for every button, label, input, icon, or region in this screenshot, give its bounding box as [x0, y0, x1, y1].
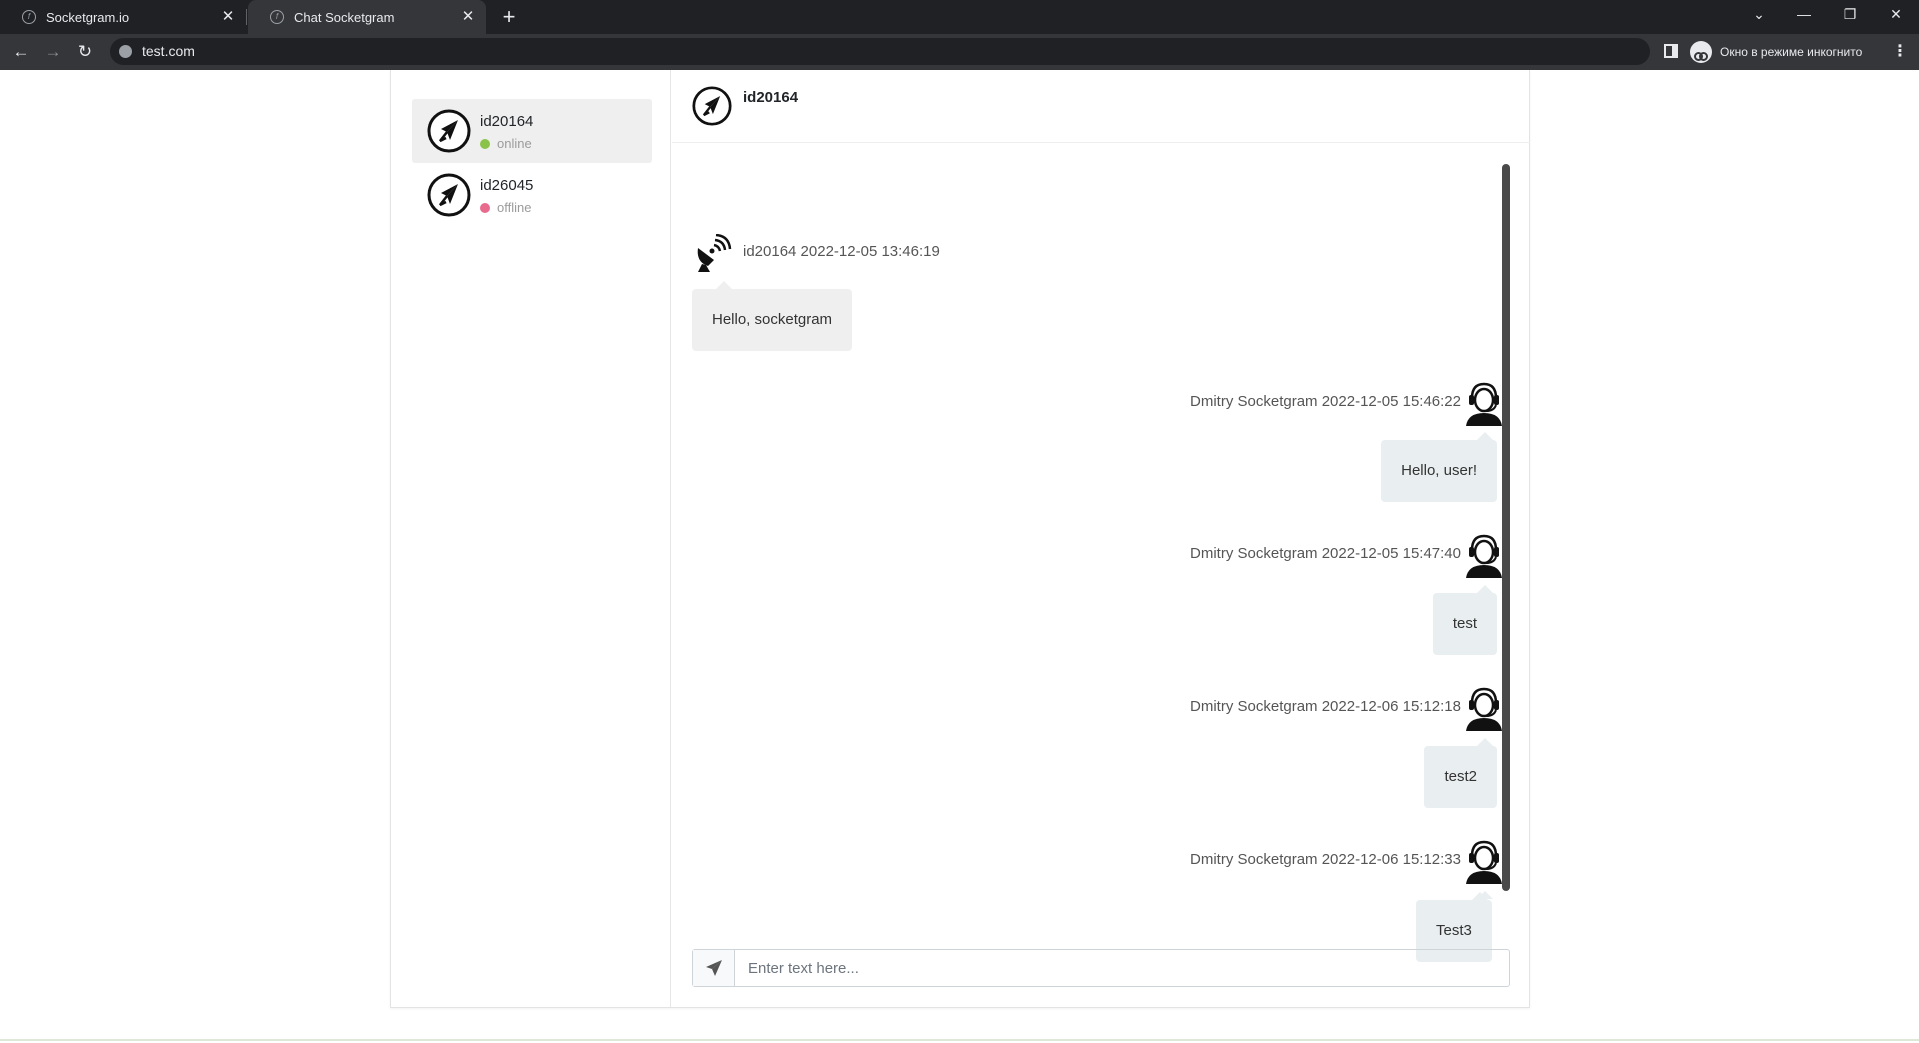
message-meta: Dmitry Socketgram 2022-12-05 15:47:40 — [1190, 545, 1461, 562]
message-composer — [692, 949, 1510, 987]
chat-app-card: id20164 online id26045 offline id20164 i… — [390, 70, 1530, 1008]
chat-header-name: id20164 — [743, 89, 799, 106]
message-meta: Dmitry Socketgram 2022-12-06 15:12:33 — [1190, 851, 1461, 868]
contact-name: id20164 — [480, 113, 534, 130]
message-meta: Dmitry Socketgram 2022-12-06 15:12:18 — [1190, 698, 1461, 715]
message-bubble-incoming: Hello, socketgram — [692, 281, 853, 351]
online-status-dot-icon — [480, 138, 490, 149]
message-bubble-outgoing: test — [1432, 585, 1497, 655]
contacts-sidebar: id20164 online id26045 offline — [391, 70, 671, 1007]
paper-plane-avatar-icon — [692, 86, 732, 126]
forward-arrow-icon[interactable]: → — [41, 40, 65, 64]
tab-title: Chat Socketgram — [294, 9, 395, 25]
message-meta: id20164 2022-12-05 13:46:19 — [743, 243, 940, 260]
page-bottom-divider — [0, 1039, 1919, 1041]
support-agent-icon — [1466, 840, 1502, 884]
socketgram-favicon-icon: f — [22, 10, 36, 24]
chat-header: id20164 — [672, 70, 1530, 143]
contact-item-id26045[interactable]: id26045 offline — [412, 163, 652, 227]
message-bubble-outgoing: test2 — [1424, 738, 1497, 808]
message-meta: Dmitry Socketgram 2022-12-05 15:46:22 — [1190, 393, 1461, 410]
close-window-button[interactable]: ✕ — [1873, 0, 1919, 30]
reload-icon[interactable]: ↻ — [73, 40, 97, 64]
browser-toolbar: ← → ↻ test.com Окно в режиме инкогнито ⋮ — [0, 34, 1919, 70]
contact-name: id26045 — [480, 177, 534, 194]
chat-panel: id20164 id20164 2022-12-05 13:46:19 Hell… — [672, 70, 1530, 1007]
browser-tab-strip: f Socketgram.io ✕ f Chat Socketgram ✕ + … — [0, 0, 1919, 34]
contact-status-label: offline — [497, 200, 532, 215]
new-tab-button[interactable]: + — [496, 4, 522, 30]
browser-tab-chat-socketgram[interactable]: f Chat Socketgram ✕ — [248, 0, 486, 34]
restore-window-button[interactable]: ❐ — [1827, 0, 1873, 30]
contact-status: offline — [480, 200, 531, 215]
satellite-dish-icon — [697, 234, 732, 272]
tab-divider — [246, 9, 247, 25]
browser-menu-icon[interactable]: ⋮ — [1892, 42, 1908, 62]
address-url[interactable]: test.com — [142, 43, 195, 59]
support-agent-icon — [1466, 687, 1502, 731]
message-list[interactable]: id20164 2022-12-05 13:46:19 Hello, socke… — [672, 164, 1524, 899]
tab-title: Socketgram.io — [46, 9, 130, 25]
send-paper-plane-icon — [705, 960, 722, 976]
browser-tab-socketgram[interactable]: f Socketgram.io ✕ — [0, 0, 246, 34]
tab-search-chevron-icon[interactable]: ⌄ — [1736, 0, 1782, 30]
back-arrow-icon[interactable]: ← — [9, 40, 33, 64]
contact-status: online — [480, 136, 532, 151]
tab-close-icon[interactable]: ✕ — [458, 7, 478, 27]
send-button[interactable] — [693, 950, 735, 986]
paper-plane-avatar-icon — [427, 109, 471, 153]
incognito-label: Окно в режиме инкогнито — [1720, 45, 1863, 59]
side-panel-icon[interactable] — [1664, 44, 1678, 58]
incognito-icon — [1690, 41, 1712, 63]
socketgram-favicon-icon: f — [270, 10, 284, 24]
paper-plane-avatar-icon — [427, 173, 471, 217]
support-agent-icon — [1466, 534, 1502, 578]
offline-status-dot-icon — [480, 202, 490, 213]
address-bar[interactable]: test.com — [110, 38, 1650, 65]
message-list-scrollbar[interactable] — [1502, 164, 1510, 891]
site-info-icon[interactable] — [119, 45, 132, 58]
tab-close-icon[interactable]: ✕ — [218, 7, 238, 27]
message-bubble-outgoing: Hello, user! — [1381, 432, 1497, 502]
minimize-window-button[interactable]: — — [1781, 0, 1827, 30]
contact-status-label: online — [497, 136, 532, 151]
contact-item-id20164[interactable]: id20164 online — [412, 99, 652, 163]
incognito-profile-button[interactable]: Окно в режиме инкогнито — [1690, 39, 1862, 65]
support-agent-icon — [1466, 382, 1502, 426]
message-input[interactable] — [736, 950, 1509, 986]
